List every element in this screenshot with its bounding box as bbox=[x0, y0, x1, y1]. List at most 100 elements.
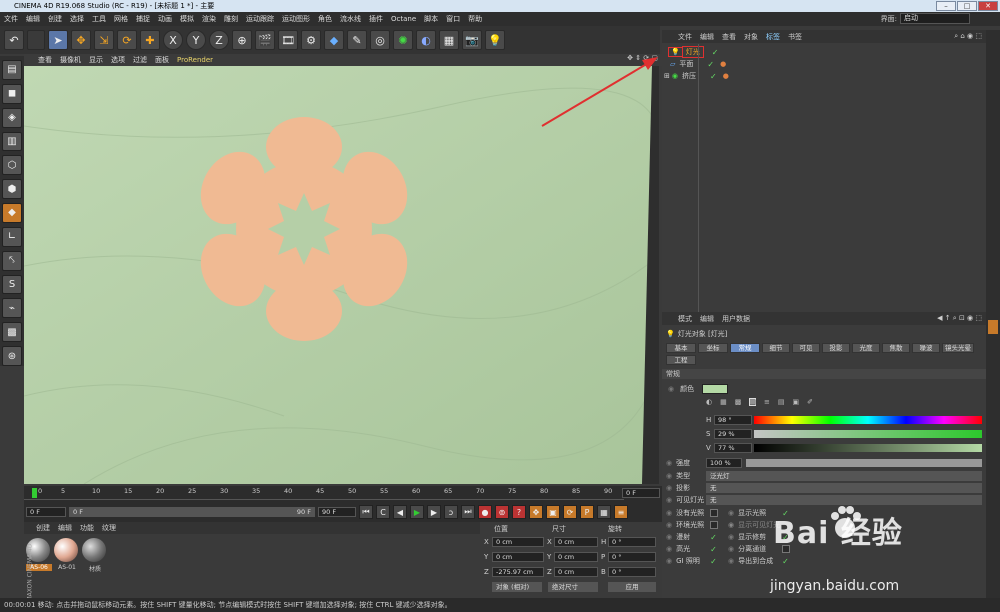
menu-item[interactable]: 插件 bbox=[369, 14, 383, 24]
timeline-ruler[interactable]: 0 5 10 15 20 25 30 35 40 45 50 55 60 65 … bbox=[24, 486, 624, 500]
y-axis-button[interactable]: Y bbox=[186, 30, 206, 50]
rotation-b-field[interactable]: 0 ° bbox=[608, 567, 656, 577]
object-menu-item[interactable]: 对象 bbox=[744, 32, 758, 42]
saturation-slider[interactable] bbox=[754, 430, 982, 438]
edges-mode-icon[interactable]: ⬢ bbox=[2, 179, 22, 200]
light-button[interactable]: 💡 bbox=[485, 30, 505, 50]
material-menu-item[interactable]: 创建 bbox=[36, 523, 50, 533]
cube-primitive-button[interactable]: ◆ bbox=[324, 30, 344, 50]
redo-button[interactable] bbox=[27, 30, 45, 50]
undo-button[interactable]: ↶ bbox=[4, 30, 24, 50]
radio-icon[interactable]: ◉ bbox=[728, 509, 734, 517]
object-menu-item[interactable]: 标签 bbox=[766, 32, 780, 42]
checkbox-checked-icon[interactable]: ✓ bbox=[710, 545, 717, 554]
pla-key-button[interactable]: ▦ bbox=[597, 505, 611, 519]
rotation-h-field[interactable]: 0 ° bbox=[608, 537, 656, 547]
key-selection-button[interactable]: ? bbox=[512, 505, 526, 519]
object-menu-item[interactable]: 查看 bbox=[722, 32, 736, 42]
material-menu-item[interactable]: 功能 bbox=[80, 523, 94, 533]
color-swatch[interactable] bbox=[702, 384, 729, 394]
checkbox-checked-icon[interactable]: ✓ bbox=[782, 557, 789, 566]
menu-item[interactable]: 网格 bbox=[114, 14, 128, 24]
size-y-field[interactable]: 0 cm bbox=[554, 552, 598, 562]
auto-key-button[interactable]: ⊚ bbox=[495, 505, 509, 519]
radio-icon[interactable]: ◉ bbox=[666, 484, 672, 492]
last-tool-button[interactable]: ✚ bbox=[140, 30, 160, 50]
tab-details[interactable]: 细节 bbox=[762, 343, 790, 353]
close-button[interactable]: ✕ bbox=[978, 1, 998, 11]
rgb-mode-icon[interactable]: ▥ bbox=[749, 398, 756, 406]
menu-item[interactable]: 运动图形 bbox=[282, 14, 310, 24]
select-tool-button[interactable]: ➤ bbox=[48, 30, 68, 50]
hue-slider[interactable] bbox=[754, 416, 982, 424]
size-x-field[interactable]: 0 cm bbox=[554, 537, 598, 547]
menu-item[interactable]: 选择 bbox=[70, 14, 84, 24]
viewport-menu-item[interactable]: 过滤 bbox=[133, 55, 147, 65]
checkbox[interactable] bbox=[710, 521, 719, 529]
viewport-menu-item[interactable]: 选项 bbox=[111, 55, 125, 65]
scale-tool-button[interactable]: ⇲ bbox=[94, 30, 114, 50]
color-wheel-icon[interactable]: ◐ bbox=[706, 398, 712, 406]
array-button[interactable]: ✺ bbox=[393, 30, 413, 50]
tab-project[interactable]: 工程 bbox=[666, 355, 696, 365]
next-key-button[interactable]: ↄ bbox=[444, 505, 458, 519]
go-to-end-button[interactable]: ⏭ bbox=[461, 505, 475, 519]
polygons-mode-icon[interactable]: ◆ bbox=[2, 203, 22, 223]
radio-icon[interactable]: ◉ bbox=[668, 385, 674, 393]
menu-item[interactable]: 流水线 bbox=[340, 14, 361, 24]
texture-mode-icon[interactable]: ◈ bbox=[2, 107, 22, 128]
radio-icon[interactable]: ◉ bbox=[666, 459, 672, 467]
material-item[interactable]: AS-01 bbox=[54, 538, 80, 574]
tab-basic[interactable]: 基本 bbox=[666, 343, 696, 353]
menu-item[interactable]: 动画 bbox=[158, 14, 172, 24]
checkbox[interactable] bbox=[710, 509, 719, 517]
value-slider[interactable] bbox=[754, 444, 982, 452]
timeline-menu-button[interactable]: ≡ bbox=[614, 505, 628, 519]
object-row-extrude[interactable]: ⊞ ◉ 挤压 ✓ ● bbox=[664, 70, 729, 82]
end-frame-field[interactable]: 90 F bbox=[318, 507, 356, 517]
frame-range-slider[interactable]: 0 F 90 F bbox=[69, 507, 315, 517]
radio-icon[interactable]: ◉ bbox=[728, 533, 734, 541]
attribute-menu-item[interactable]: 用户数据 bbox=[722, 314, 750, 324]
tweak-icon[interactable]: ⤣ bbox=[2, 250, 22, 271]
deformer-button[interactable]: ◐ bbox=[416, 30, 436, 50]
viewport-menu-item[interactable]: 面板 bbox=[155, 55, 169, 65]
object-name[interactable]: 平面 bbox=[679, 59, 693, 69]
interface-dropdown[interactable]: 启动 bbox=[900, 13, 970, 24]
enabled-check-icon[interactable]: ✓ bbox=[710, 72, 717, 81]
rotation-p-field[interactable]: 0 ° bbox=[608, 552, 656, 562]
viewport-menu-item[interactable]: ProRender bbox=[177, 56, 213, 64]
intensity-field[interactable]: 100 % bbox=[706, 458, 742, 468]
tab-shadow[interactable]: 投影 bbox=[822, 343, 850, 353]
viewport-menu-item[interactable]: 摄像机 bbox=[60, 55, 81, 65]
light-type-dropdown[interactable]: 泛光灯 bbox=[706, 471, 982, 481]
z-axis-button[interactable]: Z bbox=[209, 30, 229, 50]
render-view-button[interactable]: 🎬 bbox=[255, 30, 275, 50]
expand-icon[interactable]: ⊞ bbox=[664, 72, 670, 80]
radio-icon[interactable]: ◉ bbox=[728, 521, 734, 529]
pen-spline-button[interactable]: ✎ bbox=[347, 30, 367, 50]
hue-field[interactable]: 98 ° bbox=[714, 415, 752, 425]
solo-icon[interactable]: ⊛ bbox=[2, 346, 22, 366]
menu-item[interactable]: 雕刻 bbox=[224, 14, 238, 24]
snap-icon[interactable]: S bbox=[2, 274, 22, 295]
play-button[interactable]: ▶ bbox=[410, 505, 424, 519]
camera-button[interactable]: 📷 bbox=[462, 30, 482, 50]
menu-item[interactable]: 窗口 bbox=[446, 14, 460, 24]
spectrum-icon[interactable]: ▦ bbox=[720, 398, 727, 406]
radio-icon[interactable]: ◉ bbox=[666, 521, 672, 529]
menu-item[interactable]: 捕捉 bbox=[136, 14, 150, 24]
previous-frame-button[interactable]: ◀ bbox=[393, 505, 407, 519]
position-key-button[interactable]: ✥ bbox=[529, 505, 543, 519]
coord-mode-dropdown[interactable]: 对象 (相对) bbox=[492, 582, 542, 592]
viewport-menu-item[interactable]: 查看 bbox=[38, 55, 52, 65]
radio-icon[interactable]: ◉ bbox=[728, 557, 734, 565]
material-menu-item[interactable]: 编辑 bbox=[58, 523, 72, 533]
radio-icon[interactable]: ◉ bbox=[666, 496, 672, 504]
menu-item[interactable]: 编辑 bbox=[26, 14, 40, 24]
size-mode-dropdown[interactable]: 绝对尺寸 bbox=[548, 582, 598, 592]
coordinate-system-button[interactable]: ⊕ bbox=[232, 30, 252, 50]
viewport-menu-item[interactable]: 显示 bbox=[89, 55, 103, 65]
edit-render-settings-button[interactable]: ⚙ bbox=[301, 30, 321, 50]
menu-item[interactable]: 运动跟踪 bbox=[246, 14, 274, 24]
